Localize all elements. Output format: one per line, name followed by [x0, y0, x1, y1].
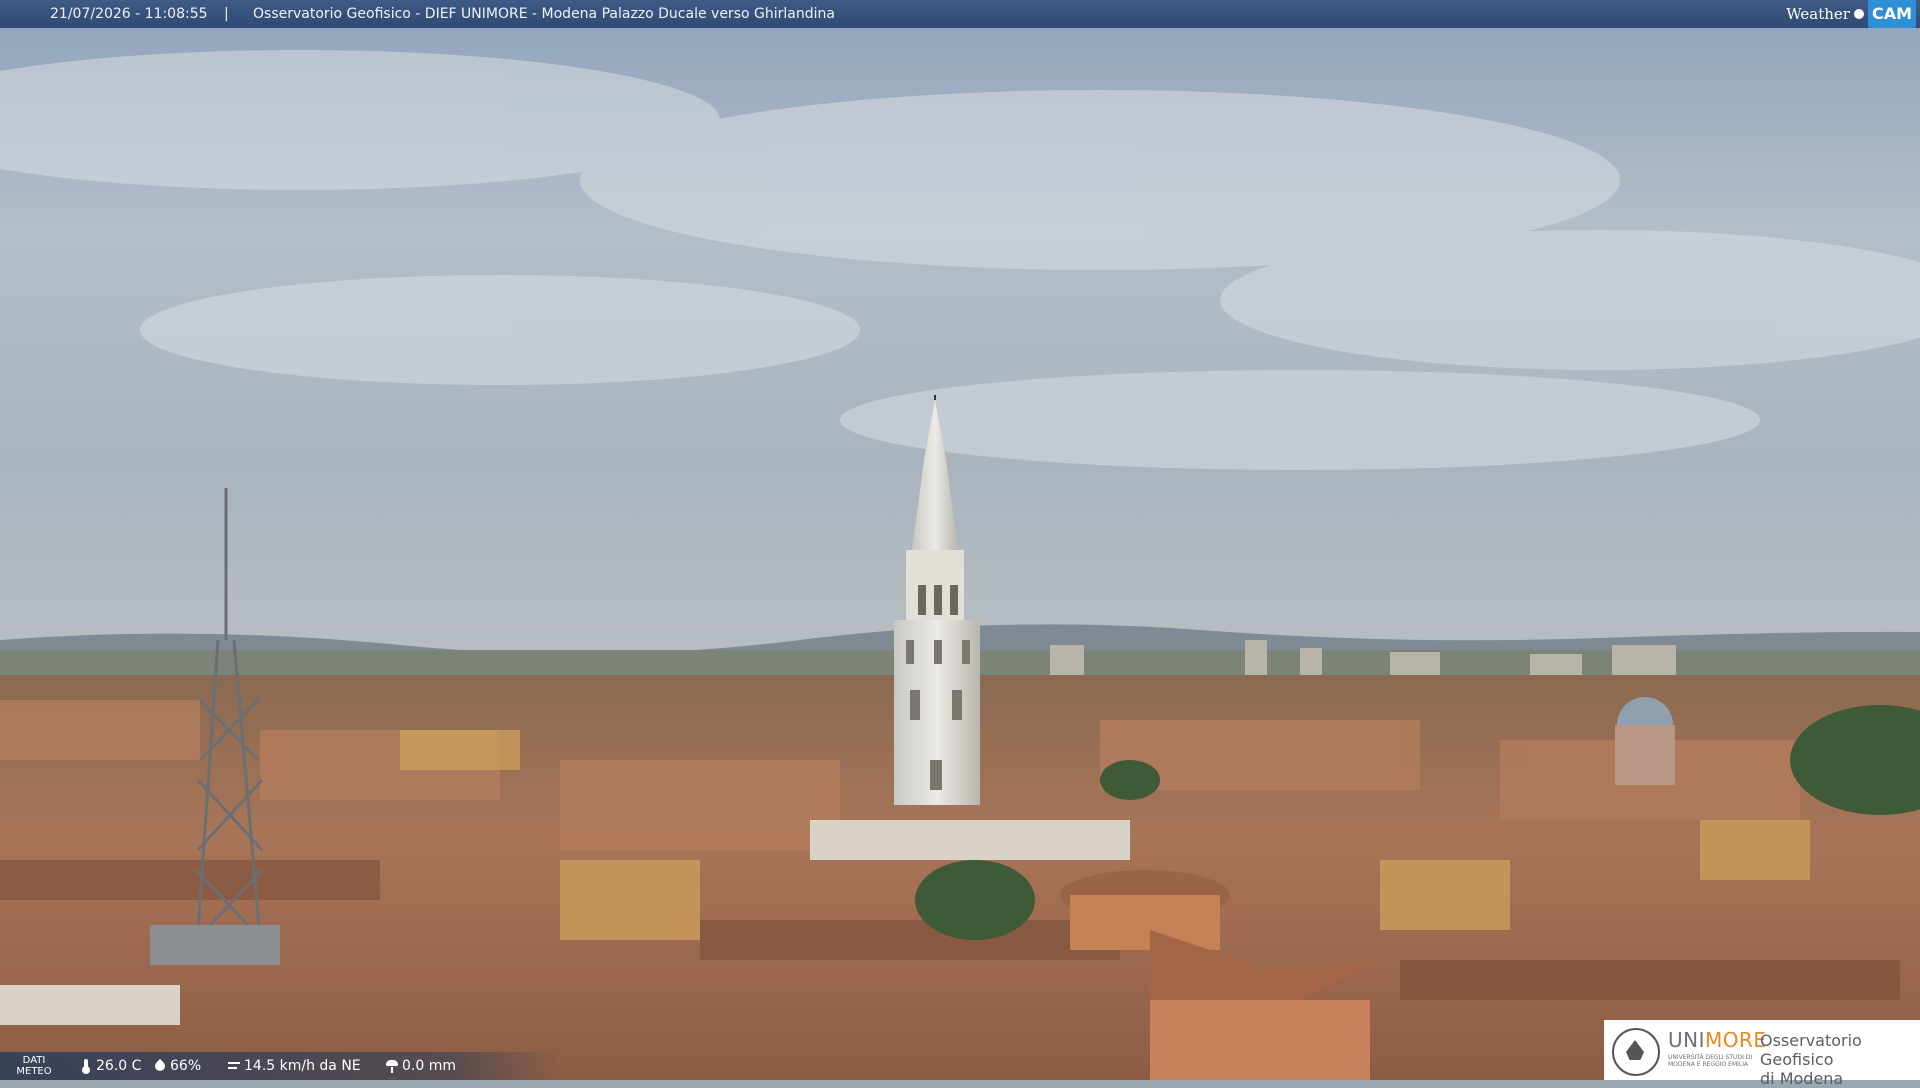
unimore-wordmark: UNIMORE [1668, 1028, 1767, 1052]
timestamp: 21/07/2026 - 11:08:55 [50, 6, 208, 22]
humidity-drop-icon [154, 1059, 166, 1073]
weather-data-label: DATI METEO [14, 1055, 54, 1077]
unimore-suffix: MORE [1705, 1028, 1767, 1052]
rain-value: 0.0 mm [402, 1058, 456, 1074]
camera-caption: Osservatorio Geofisico - DIEF UNIMORE - … [253, 6, 835, 22]
wind-icon [228, 1059, 240, 1073]
humidity-reading: 66% [154, 1052, 201, 1080]
webcam-image [0, 0, 1920, 1080]
weather-data-bar: DATI METEO 26.0 C 66% 14.5 km/h da NE 0.… [0, 1052, 560, 1080]
brand-dot-icon [1853, 9, 1864, 19]
brand-cam-text: CAM [1867, 0, 1916, 28]
brand-weather-text: Weather [1786, 5, 1850, 23]
thermometer-icon [80, 1059, 92, 1074]
observatory-line1: Osservatorio Geofisico [1760, 1031, 1862, 1069]
observatory-line2: di Modena [1760, 1069, 1844, 1088]
rain-reading: 0.0 mm [386, 1052, 456, 1080]
rain-icon [386, 1059, 398, 1073]
university-subtitle: UNIVERSITÀ DEGLI STUDI DI MODENA E REGGI… [1668, 1054, 1753, 1068]
temperature-reading: 26.0 C [80, 1052, 141, 1080]
weather-label-line1: DATI [22, 1055, 46, 1066]
observatory-name: Osservatorio Geofisico di Modena [1760, 1031, 1920, 1088]
header-bar: 21/07/2026 - 11:08:55 | Osservatorio Geo… [0, 0, 1920, 28]
humidity-value: 66% [170, 1058, 202, 1074]
weather-label-line2: METEO [16, 1066, 52, 1077]
university-seal-icon [1612, 1028, 1660, 1076]
wind-value: 14.5 km/h da NE [244, 1058, 361, 1074]
unimore-prefix: UNI [1668, 1028, 1705, 1052]
weathercam-logo: Weather CAM [1786, 0, 1916, 28]
wind-reading: 14.5 km/h da NE [228, 1052, 361, 1080]
header-separator: | [224, 6, 229, 22]
temperature-value: 26.0 C [96, 1058, 142, 1074]
unimore-logo: UNIMORE UNIVERSITÀ DEGLI STUDI DI MODENA… [1604, 1020, 1920, 1088]
